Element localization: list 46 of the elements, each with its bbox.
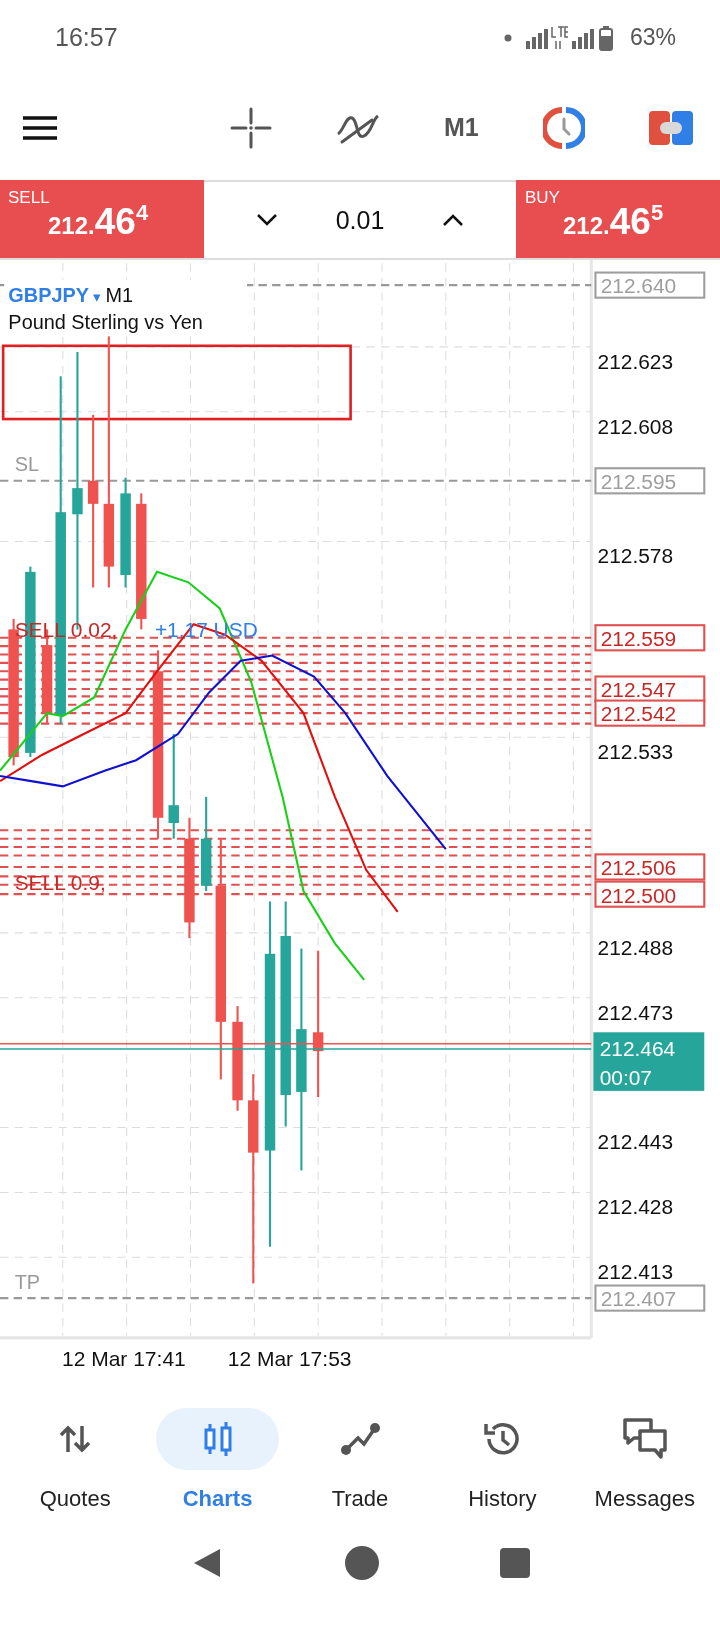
price-label: 212.608 bbox=[597, 414, 674, 438]
price-tag: 212.500 bbox=[594, 880, 706, 908]
price-tag: 212.506 bbox=[594, 853, 706, 881]
time-label: 12 Mar 17:41 bbox=[62, 1346, 186, 1371]
sell-button[interactable]: SELL 212.46$^{4}$ bbox=[0, 180, 204, 258]
price-label: 212.533 bbox=[597, 740, 674, 764]
nav-tab[interactable]: History bbox=[432, 1408, 573, 1516]
price-label: 212.473 bbox=[597, 1000, 674, 1024]
crosshair-icon[interactable] bbox=[230, 106, 272, 149]
clock-icon[interactable] bbox=[542, 106, 585, 149]
price-label: 212.578 bbox=[597, 544, 674, 568]
time-label: 12 Mar 17:53 bbox=[227, 1346, 352, 1371]
signal-icon bbox=[525, 24, 616, 51]
price-tag: 212.559 bbox=[594, 624, 706, 652]
price-label: 212.428 bbox=[597, 1195, 674, 1219]
buy-button[interactable]: BUY 212.46$^{5}$ bbox=[516, 180, 720, 258]
price-tag: 212.547 bbox=[594, 675, 706, 703]
line-label: SL bbox=[14, 453, 39, 476]
toggle-icon[interactable] bbox=[648, 110, 693, 145]
current-price-tag: 212.464 00:07 bbox=[593, 1032, 705, 1091]
line-chart-icon bbox=[338, 1421, 381, 1457]
nav-tab[interactable]: Trade bbox=[289, 1408, 430, 1516]
battery-percent: 63% bbox=[629, 24, 676, 51]
price-label: 212.443 bbox=[597, 1130, 674, 1154]
symbol-description: Pound Sterling vs Yen bbox=[8, 311, 203, 334]
notification-dot-icon bbox=[503, 33, 512, 42]
price-label: 212.413 bbox=[597, 1260, 674, 1284]
decrease-icon[interactable] bbox=[255, 213, 278, 227]
price-tag: 212.542 bbox=[594, 699, 706, 727]
menu-icon[interactable] bbox=[21, 114, 59, 141]
status-time: 16:57 bbox=[55, 23, 118, 52]
home-icon[interactable] bbox=[344, 1545, 380, 1581]
line-label: TP bbox=[14, 1270, 41, 1293]
price-label: 212.488 bbox=[597, 935, 674, 959]
volume-field[interactable]: 0.01 bbox=[335, 205, 385, 235]
price-label: 212.623 bbox=[597, 349, 674, 373]
chat-icon bbox=[621, 1416, 668, 1462]
increase-icon[interactable] bbox=[442, 213, 465, 227]
price-tag: 212.595 bbox=[594, 467, 706, 495]
price-tag: 212.640 bbox=[594, 271, 706, 299]
price-tag: 212.407 bbox=[594, 1284, 706, 1312]
nav-tab[interactable]: Quotes bbox=[5, 1408, 146, 1516]
sort-arrows-icon bbox=[58, 1424, 93, 1454]
timeframe-button[interactable]: M1 bbox=[444, 113, 479, 142]
symbol-label[interactable]: GBPJPY ▾ M1 bbox=[8, 283, 133, 306]
nav-tab[interactable]: Messages bbox=[574, 1408, 715, 1516]
